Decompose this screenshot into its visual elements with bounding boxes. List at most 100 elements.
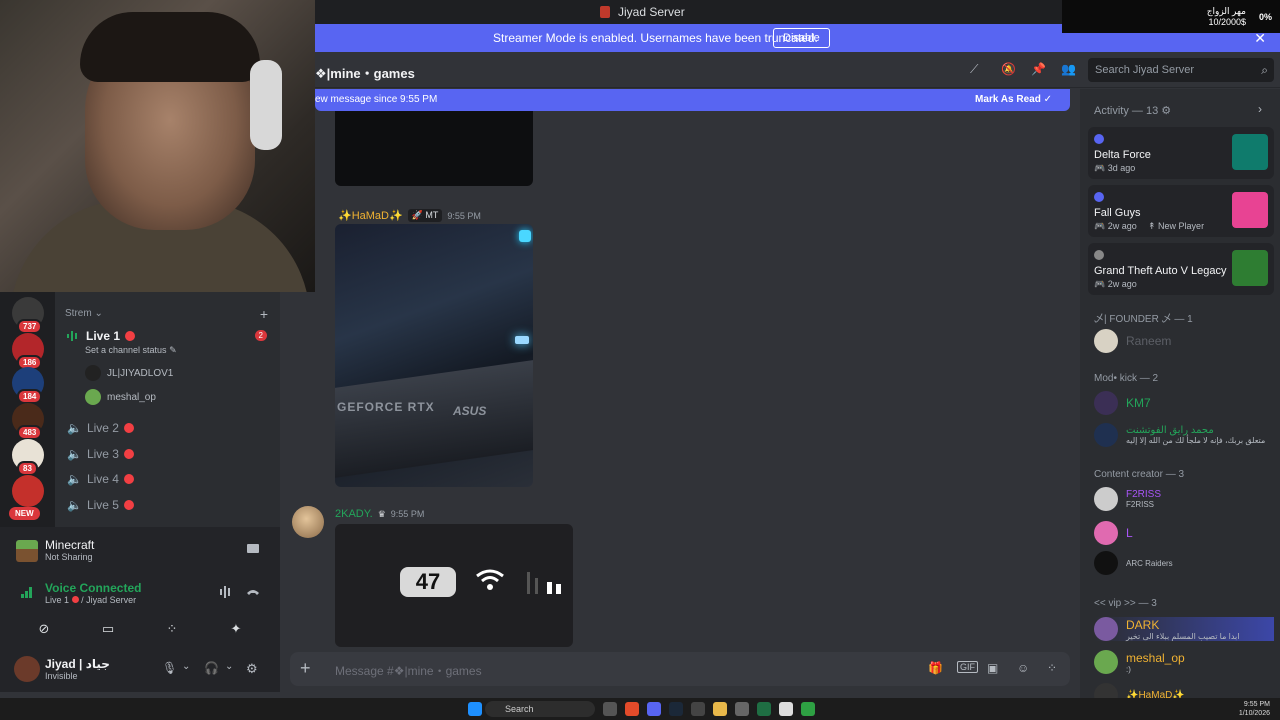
avatar — [1094, 521, 1118, 545]
voice-user-1[interactable]: JL|JIYADLOV1 — [85, 365, 173, 381]
search-input[interactable]: Search Jiyad Server ⌕ — [1088, 58, 1274, 82]
signal-icon[interactable] — [20, 585, 34, 599]
member-item[interactable]: ARC Raiders — [1094, 551, 1173, 575]
overlay-progress: 10/2000$ — [1208, 17, 1246, 27]
voice-user-2[interactable]: meshal_op — [85, 389, 156, 405]
message-header: 2KADY. ♛ 9:55 PM — [335, 508, 424, 520]
member-item[interactable]: محمد رايق الفوتشنت متعلق بربك، فإنه لا مل… — [1094, 423, 1265, 447]
voice-location[interactable]: Live 1 / Jiyad Server — [45, 595, 136, 605]
chrome-icon[interactable] — [779, 702, 793, 716]
composer-input[interactable]: Message #❖|mine・games — [335, 662, 482, 679]
member-item[interactable]: DARK ابدا ما تصيب المسلم ببلاء الى تخير — [1094, 617, 1274, 641]
chevron-right-icon[interactable]: › — [1258, 102, 1262, 116]
channel-status[interactable]: Set a channel status ✎ — [85, 345, 177, 356]
message-composer[interactable]: + Message #❖|mine・games 🎁 GIF ▣ ☺ ⁘ — [290, 652, 1070, 686]
noise-suppression-icon[interactable] — [219, 586, 233, 598]
voice-connected-label: Voice Connected — [45, 581, 142, 595]
phone-status-image[interactable]: 47 — [335, 524, 573, 647]
category-header[interactable]: Strem ⌄ — [65, 308, 103, 319]
member-item[interactable]: F2RISS F2RISS — [1094, 487, 1161, 511]
live-dot-icon — [123, 500, 134, 510]
gpu-led — [515, 336, 529, 344]
member-item[interactable]: meshal_op:) — [1094, 650, 1185, 674]
message-image[interactable] — [335, 111, 533, 186]
avatar — [1094, 134, 1104, 144]
pin-icon[interactable]: 📌 — [1031, 62, 1046, 76]
share-screen-icon[interactable] — [246, 543, 260, 555]
activity-card[interactable]: Grand Theft Auto V Legacy 🎮 2w ago — [1088, 243, 1274, 295]
apps-icon[interactable]: ⁘ — [1047, 661, 1057, 675]
brave-icon[interactable] — [625, 702, 639, 716]
gear-icon[interactable]: ⚙ — [246, 661, 258, 677]
emoji-icon[interactable]: ☺ — [1017, 661, 1029, 675]
author-name[interactable]: 2KADY. — [335, 508, 373, 520]
speaker-icon: 🔈 — [67, 421, 82, 435]
screen-share-icon: ▭ — [101, 621, 115, 636]
chevron-down-icon[interactable]: ⌄ — [182, 661, 190, 672]
threads-icon[interactable]: ⟋ — [970, 62, 978, 77]
chevron-down-icon[interactable]: ⌄ — [225, 661, 233, 672]
disable-streamer-button[interactable]: Disable — [773, 28, 830, 48]
channel-list: Strem ⌄ + Live 1 2 Set a channel status … — [55, 292, 280, 527]
live-dot-icon — [123, 474, 134, 484]
steam-icon[interactable] — [669, 702, 683, 716]
author-avatar[interactable] — [292, 506, 324, 538]
member-item[interactable]: L — [1094, 521, 1133, 545]
voice-active-icon — [67, 331, 77, 341]
pc-photo[interactable]: GEFORCE RTX ASUS — [335, 224, 533, 487]
avatar — [1094, 250, 1104, 260]
mark-as-read-button[interactable]: Mark As Read ✓ — [975, 94, 1052, 105]
soundboard-button[interactable]: ✦ — [210, 618, 262, 640]
server-icon[interactable] — [12, 475, 44, 507]
live-dot-icon — [123, 423, 134, 433]
soundboard-icon: ✦ — [230, 621, 242, 636]
system-clock[interactable]: 9:55 PM 1/10/2026 — [1239, 700, 1270, 718]
new-messages-bar[interactable]: ew message since 9:55 PM Mark As Read ✓ — [315, 89, 1070, 111]
member-item[interactable]: Raneem — [1094, 329, 1171, 353]
sticker-icon[interactable]: ▣ — [987, 661, 998, 675]
members-icon[interactable]: 👥 — [1061, 62, 1076, 76]
taskbar-search[interactable]: Search — [485, 701, 595, 717]
channel-live-2[interactable]: 🔈 Live 2 — [67, 421, 134, 435]
channel-live-4[interactable]: 🔈 Live 4 — [67, 472, 134, 486]
microphone-icon[interactable]: 🎙 — [162, 661, 177, 675]
headphones-icon[interactable]: 🎧 — [204, 661, 219, 675]
search-icon: ⌕ — [1261, 63, 1268, 77]
user-name[interactable]: Jiyad | جياد — [45, 657, 110, 671]
channel-live-1[interactable]: Live 1 — [67, 329, 136, 343]
windows-start-icon[interactable] — [468, 702, 482, 716]
activity-panel: Minecraft Not Sharing Voice Connected Li… — [0, 527, 280, 647]
wifi-icon — [476, 569, 504, 590]
app-icon[interactable] — [691, 702, 705, 716]
activity-header[interactable]: Activity — 13 ⚙ — [1094, 104, 1171, 117]
discord-icon[interactable] — [647, 702, 661, 716]
avatar — [1094, 551, 1118, 575]
tag-badge: 🚀 MT — [407, 209, 443, 222]
member-item[interactable]: KM7 — [1094, 391, 1151, 415]
channel-live-5[interactable]: 🔈 Live 5 — [67, 498, 134, 512]
camera-off-button[interactable]: ⊘ — [18, 618, 70, 640]
channel-live-3[interactable]: 🔈 Live 3 — [67, 447, 134, 461]
activities-button[interactable]: ⁘ — [146, 618, 198, 640]
gift-icon[interactable]: 🎁 — [928, 661, 943, 675]
author-name[interactable]: ✨HaMaD✨ — [338, 209, 403, 222]
create-channel-icon[interactable]: + — [260, 306, 268, 322]
avatar — [1094, 650, 1118, 674]
activity-card[interactable]: Delta Force 🎮 3d ago — [1088, 127, 1274, 179]
role-header: Content creator — 3 — [1094, 469, 1185, 480]
minecraft-taskbar-icon[interactable] — [801, 702, 815, 716]
message-header: ✨HaMaD✨ 🚀 MT 9:55 PM — [338, 209, 481, 222]
screen-share-button[interactable]: ▭ — [82, 618, 134, 640]
role-header: Mod• kick — 2 — [1094, 373, 1159, 384]
notification-icon[interactable]: 🔕 — [1001, 62, 1016, 76]
disconnect-icon[interactable] — [246, 587, 260, 597]
task-view-icon[interactable] — [603, 702, 617, 716]
activity-card[interactable]: Fall Guys 🎮 2w ago ↟ New Player — [1088, 185, 1274, 237]
app-icon[interactable] — [757, 702, 771, 716]
speaker-icon: 🔈 — [67, 447, 82, 461]
delta-force-icon — [1232, 134, 1268, 170]
app-icon[interactable] — [735, 702, 749, 716]
gif-icon[interactable]: GIF — [957, 661, 978, 673]
file-explorer-icon[interactable] — [713, 702, 727, 716]
user-avatar[interactable] — [14, 656, 40, 682]
